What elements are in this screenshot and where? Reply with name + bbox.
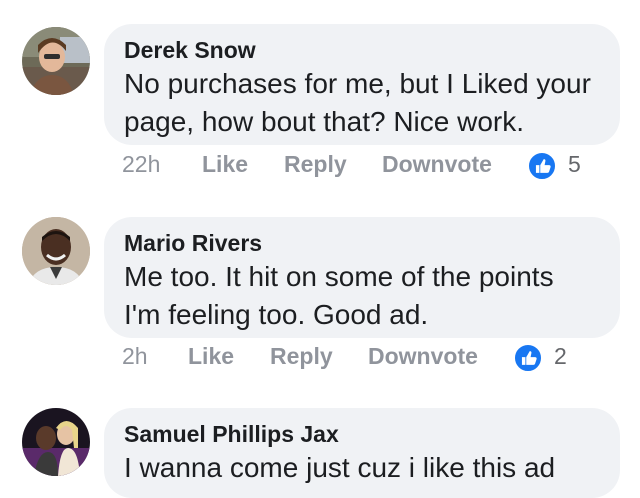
comment-author[interactable]: Mario Rivers xyxy=(124,230,600,256)
comment-timestamp[interactable]: 2h xyxy=(122,343,148,370)
reaction-count[interactable]: 2 xyxy=(554,343,567,370)
comment-bubble: Samuel Phillips Jax I wanna come just cu… xyxy=(104,408,620,498)
comment-text-line: No purchases for me, but I Liked your xyxy=(124,68,591,99)
avatar[interactable] xyxy=(22,408,90,476)
reply-button[interactable]: Reply xyxy=(284,151,347,178)
comment-actions: 2h Like Reply Downvote 2 xyxy=(122,343,602,373)
comment-text-line: Me too. It hit on some of the points xyxy=(124,261,554,292)
comment-timestamp[interactable]: 22h xyxy=(122,151,160,178)
comment-author[interactable]: Samuel Phillips Jax xyxy=(124,421,600,447)
avatar[interactable] xyxy=(22,217,90,285)
thumbs-up-icon[interactable] xyxy=(527,151,557,181)
comment-text-line: I'm feeling too. Good ad. xyxy=(124,299,429,330)
reply-button[interactable]: Reply xyxy=(270,343,333,370)
reaction-count[interactable]: 5 xyxy=(568,151,581,178)
comment-bubble: Derek Snow No purchases for me, but I Li… xyxy=(104,24,620,145)
comment-text-line: page, how bout that? Nice work. xyxy=(124,106,525,137)
downvote-button[interactable]: Downvote xyxy=(368,343,478,370)
thumbs-up-icon[interactable] xyxy=(513,343,543,373)
like-button[interactable]: Like xyxy=(202,151,248,178)
comment-actions: 22h Like Reply Downvote 5 xyxy=(122,151,602,181)
like-button[interactable]: Like xyxy=(188,343,234,370)
comment-author[interactable]: Derek Snow xyxy=(124,37,600,63)
comment-bubble: Mario Rivers Me too. It hit on some of t… xyxy=(104,217,620,338)
avatar[interactable] xyxy=(22,27,90,95)
comment-text-line: I wanna come just cuz i like this ad xyxy=(124,452,556,483)
downvote-button[interactable]: Downvote xyxy=(382,151,492,178)
